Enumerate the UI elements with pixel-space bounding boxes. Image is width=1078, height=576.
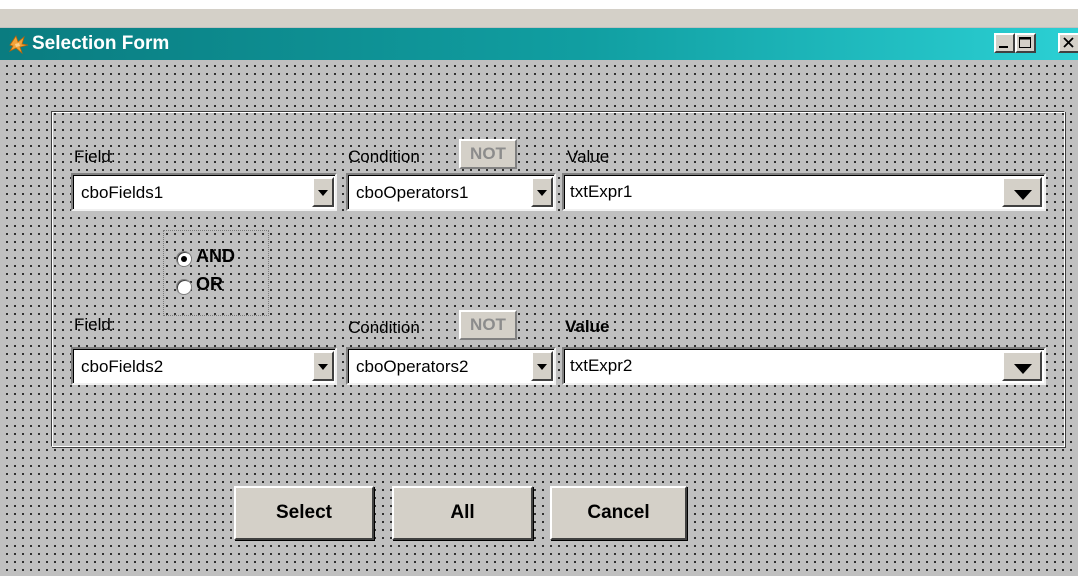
field-combo-1-text: cboFields1 <box>81 183 164 202</box>
operator-combo-2[interactable]: cboOperators2 <box>346 347 556 385</box>
field-label-2: Field: <box>74 315 116 334</box>
window-title: Selection Form <box>32 33 170 54</box>
value-label-2: Value <box>565 317 610 336</box>
form-client-area: Field: Condition NOT Value cboFields1 cb… <box>0 60 1078 576</box>
not-button-1[interactable]: NOT <box>459 139 517 169</box>
operator-combo-1-text: cboOperators1 <box>356 183 469 202</box>
and-radio[interactable] <box>176 251 192 267</box>
value-input-1-dropdown-button[interactable] <box>1002 177 1042 207</box>
value-input-2[interactable]: txtExpr2 <box>562 347 1046 385</box>
title-bar[interactable]: Selection Form <box>0 28 1078 60</box>
value-input-2-text: txtExpr2 <box>570 356 633 375</box>
or-radio[interactable] <box>176 279 192 295</box>
and-radio-label[interactable]: AND <box>196 246 235 267</box>
operator-combo-1-dropdown-button[interactable] <box>531 177 553 207</box>
maximize-button[interactable] <box>1015 33 1036 53</box>
menu-strip <box>0 8 1078 27</box>
maximize-icon <box>1019 37 1031 48</box>
operator-combo-1[interactable]: cboOperators1 <box>346 173 556 211</box>
field-combo-2-dropdown-button[interactable] <box>312 351 334 381</box>
minimize-button[interactable] <box>994 33 1015 53</box>
all-button[interactable]: All <box>392 486 533 540</box>
select-button[interactable]: Select <box>234 486 374 540</box>
operator-combo-2-text: cboOperators2 <box>356 357 469 376</box>
field-combo-2[interactable]: cboFields2 <box>71 347 337 385</box>
minimize-icon <box>999 46 1008 48</box>
cancel-button[interactable]: Cancel <box>550 486 687 540</box>
fox-icon <box>8 35 29 55</box>
value-input-2-dropdown-button[interactable] <box>1002 351 1042 381</box>
or-radio-label[interactable]: OR <box>196 274 223 295</box>
condition-label-2: Condition <box>348 318 420 337</box>
close-button[interactable] <box>1058 33 1078 53</box>
top-strip <box>0 0 1078 8</box>
logic-option-group: AND OR <box>163 230 269 316</box>
not-button-2[interactable]: NOT <box>459 310 517 340</box>
field-label-1: Field: <box>74 147 116 166</box>
value-input-1[interactable]: txtExpr1 <box>562 173 1046 211</box>
field-combo-1[interactable]: cboFields1 <box>71 173 337 211</box>
field-combo-2-text: cboFields2 <box>81 357 164 376</box>
close-icon <box>1063 37 1074 48</box>
condition-label-1: Condition <box>348 147 420 166</box>
operator-combo-2-dropdown-button[interactable] <box>531 351 553 381</box>
field-combo-1-dropdown-button[interactable] <box>312 177 334 207</box>
value-label-1: Value <box>567 147 610 166</box>
value-input-1-text: txtExpr1 <box>570 182 633 201</box>
